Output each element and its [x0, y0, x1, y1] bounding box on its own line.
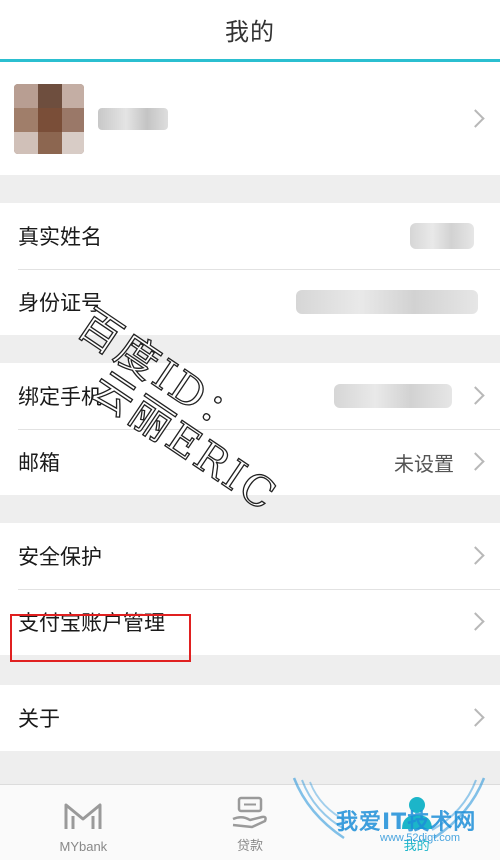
loan-icon [232, 796, 267, 829]
section-gap [0, 655, 500, 685]
profile-row[interactable] [0, 62, 500, 175]
phone-row[interactable]: 绑定手机 [0, 363, 500, 429]
chevron-right-icon [466, 452, 485, 471]
about-label: 关于 [18, 707, 60, 731]
tab-bar: MYbank 贷款 我的 [0, 784, 500, 860]
chevron-right-icon [466, 546, 485, 565]
tab-loan-label: 贷款 [237, 838, 264, 853]
tab-loan[interactable]: 贷款 [167, 785, 334, 860]
security-protection-row[interactable]: 安全保护 [0, 523, 500, 589]
email-value: 未设置 [394, 451, 454, 476]
chevron-right-icon [466, 386, 485, 405]
person-icon [401, 797, 432, 829]
blurred-real-name [410, 223, 474, 249]
id-number-row[interactable]: 身份证号 [0, 269, 500, 335]
alipay-account-label: 支付宝账户管理 [18, 611, 165, 635]
real-name-row[interactable]: 真实姓名 [0, 203, 500, 269]
section-gap [0, 175, 500, 203]
email-label: 邮箱 [18, 451, 60, 475]
title-bar: 我的 [0, 0, 500, 62]
chevron-right-icon [466, 708, 485, 727]
email-row[interactable]: 邮箱 未设置 [0, 429, 500, 495]
chevron-right-icon [466, 612, 485, 631]
tab-mybank-label: MYbank [59, 839, 108, 854]
tab-mine-label: 我的 [403, 838, 430, 853]
chevron-right-icon [466, 108, 485, 128]
real-name-label: 真实姓名 [18, 225, 102, 249]
tab-mybank[interactable]: MYbank [0, 785, 167, 860]
blurred-phone [334, 384, 452, 408]
section-gap [0, 335, 500, 363]
page-title: 我的 [225, 18, 275, 46]
tab-mine[interactable]: 我的 [333, 785, 500, 860]
phone-label: 绑定手机 [18, 385, 102, 409]
mybank-logo-icon [64, 803, 102, 829]
avatar [14, 83, 84, 154]
id-number-label: 身份证号 [18, 291, 102, 315]
blurred-id-number [296, 290, 478, 314]
section-gap [0, 495, 500, 523]
blurred-username [98, 107, 168, 130]
alipay-account-row[interactable]: 支付宝账户管理 [0, 589, 500, 655]
security-protection-label: 安全保护 [18, 545, 102, 569]
about-row[interactable]: 关于 [0, 685, 500, 751]
